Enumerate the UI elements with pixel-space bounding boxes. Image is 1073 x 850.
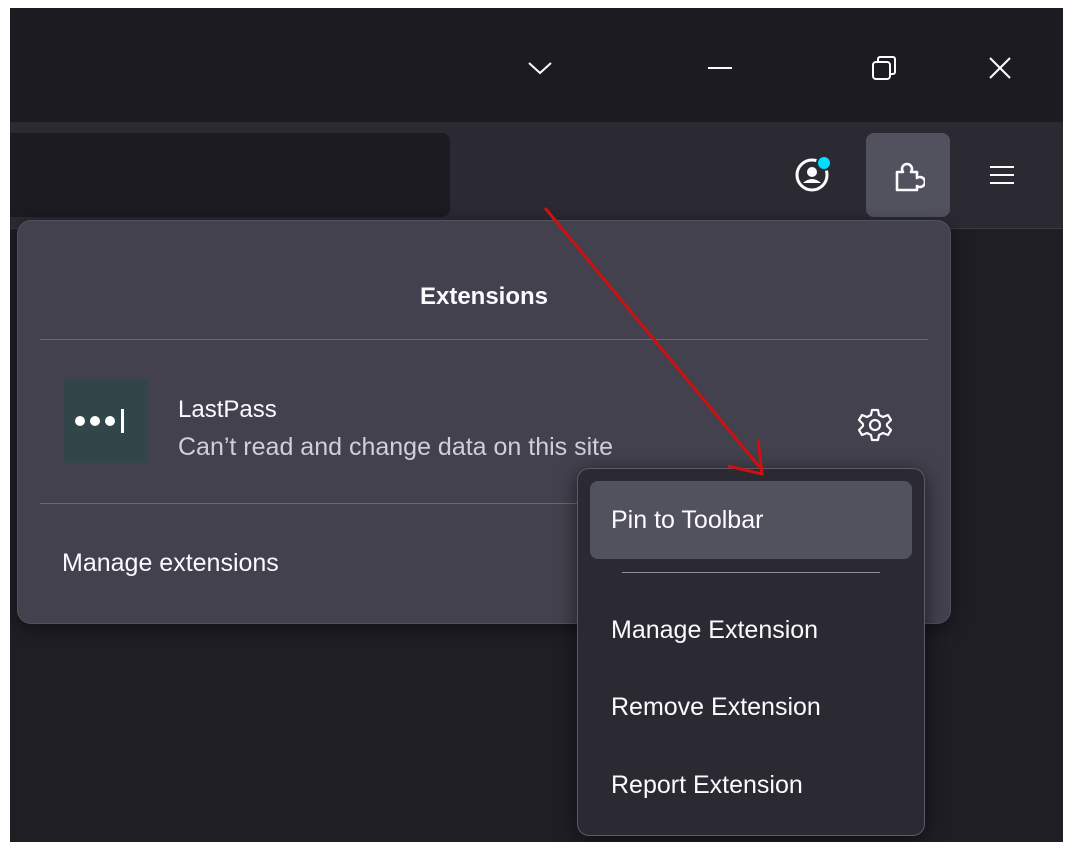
url-bar[interactable] xyxy=(10,133,450,217)
extensions-icon[interactable] xyxy=(866,133,950,217)
extension-name[interactable]: LastPass xyxy=(178,396,277,424)
close-icon[interactable] xyxy=(970,38,1030,98)
remove-extension-item[interactable]: Remove Extension xyxy=(590,668,912,746)
manage-extensions-link[interactable]: Manage extensions xyxy=(62,549,279,578)
extension-context-menu: Pin to Toolbar Manage Extension Remove E… xyxy=(577,468,925,836)
pin-to-toolbar-item[interactable]: Pin to Toolbar xyxy=(590,481,912,559)
menu-separator xyxy=(622,572,880,573)
nav-toolbar xyxy=(10,122,1063,229)
chevron-down-icon[interactable] xyxy=(510,38,570,98)
lastpass-logo-icon[interactable] xyxy=(64,379,148,463)
report-extension-item[interactable]: Report Extension xyxy=(590,746,912,824)
restore-icon[interactable] xyxy=(854,38,914,98)
minimize-icon[interactable] xyxy=(690,38,750,98)
panel-divider xyxy=(40,339,928,340)
title-bar xyxy=(10,8,1063,122)
notification-badge xyxy=(816,155,832,171)
panel-divider-bottom xyxy=(40,503,580,504)
manage-extension-item[interactable]: Manage Extension xyxy=(590,591,912,669)
account-icon[interactable] xyxy=(770,133,854,217)
gear-icon[interactable] xyxy=(853,403,897,447)
extension-permission-text: Can’t read and change data on this site xyxy=(178,433,614,461)
menu-icon[interactable] xyxy=(960,133,1044,217)
browser-window: Extensions LastPass Can’t read and chang… xyxy=(10,8,1063,842)
panel-title: Extensions xyxy=(419,283,549,310)
